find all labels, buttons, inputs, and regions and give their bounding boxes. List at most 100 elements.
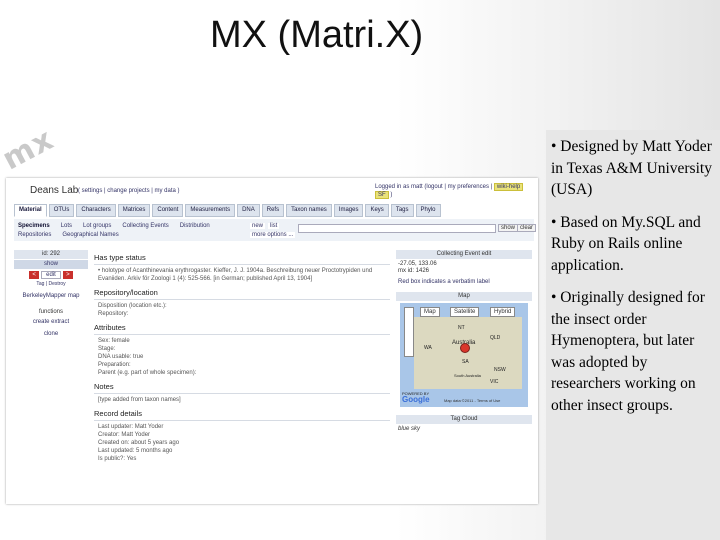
map-heading: Map [396, 292, 532, 301]
collecting-event-body: -27.05, 133.06 mx id: 1426 Red box indic… [396, 259, 532, 288]
clear-button[interactable]: clear [517, 224, 537, 232]
dna-field: DNA usable: true [98, 354, 144, 360]
subnav-lots[interactable]: Lots [61, 222, 72, 231]
edit-link[interactable]: edit [41, 271, 61, 279]
disposition-field: Disposition (location etc.): [98, 303, 167, 309]
clone-link[interactable]: clone [14, 331, 88, 337]
subnav-specimens[interactable]: Specimens [18, 222, 50, 231]
map-terms[interactable]: Map data ©2011 - Terms of Use [444, 398, 500, 403]
prev-arrow-icon[interactable]: < [29, 271, 40, 279]
parent-field: Parent (e.g. part of whole specimen): [98, 370, 197, 376]
bullet-item: • Originally designed for the insect ord… [551, 289, 705, 414]
tab-refs[interactable]: Refs [261, 204, 285, 217]
satellite-view-button[interactable]: Satellite [450, 307, 480, 317]
tab-keys[interactable]: Keys [365, 204, 389, 217]
search-input[interactable] [298, 224, 496, 233]
next-arrow-icon[interactable]: > [62, 271, 73, 279]
creator-field: Creator: Matt Yoder [98, 432, 151, 438]
verbatim-label-note: Red box indicates a verbatim label [398, 279, 490, 285]
subnav-geographical-names[interactable]: Geographical Names [62, 231, 118, 240]
record-details-body: Last updater: Matt Yoder Creator: Matt Y… [94, 421, 390, 465]
google-logo: Google [402, 395, 430, 404]
stage-field: Stage: [98, 346, 116, 352]
destroy-link[interactable]: Destroy [48, 281, 65, 287]
tab-measurements[interactable]: Measurements [185, 204, 236, 217]
type-status-heading: Has type status [94, 253, 390, 265]
record-nav: < edit > [14, 271, 88, 279]
tag-link[interactable]: Tag [36, 281, 44, 287]
tag-destroy-row: Tag | Destroy [36, 281, 66, 287]
map-label: NT [458, 325, 465, 331]
coordinates: -27.05, 133.06 [398, 261, 437, 267]
tab-dna[interactable]: DNA [237, 204, 260, 217]
last-updater-field: Last updater: Matt Yoder [98, 424, 164, 430]
created-on-field: Created on: about 5 years ago [98, 440, 180, 446]
left-column: id: 292 show < edit > Tag | Destroy Berk… [14, 250, 88, 337]
tag-cloud-item[interactable]: blue sky [396, 424, 532, 435]
sf-badge[interactable]: SF [375, 191, 389, 199]
main-tabs: Material OTUs Characters Matrices Conten… [14, 204, 443, 217]
create-extract-link[interactable]: create extract [14, 319, 88, 325]
wiki-help-badge[interactable]: wiki-help [493, 183, 524, 191]
user-links-text[interactable]: Logged in as matt (logout | my preferenc… [375, 184, 492, 190]
repository-heading: Repository/location [94, 288, 390, 300]
map-label: SA [462, 359, 469, 365]
more-options-link[interactable]: more options ... [250, 232, 296, 238]
tab-phylo[interactable]: Phylo [415, 204, 441, 217]
new-link[interactable]: new [250, 223, 266, 229]
tab-tags[interactable]: Tags [390, 204, 414, 217]
tab-characters[interactable]: Characters [76, 204, 116, 217]
tab-taxon-names[interactable]: Taxon names [286, 204, 332, 217]
lab-title: Deans Lab [30, 185, 79, 196]
preparation-field: Preparation: [98, 362, 131, 368]
show-link[interactable]: show [14, 260, 88, 269]
map-pin-icon[interactable] [460, 343, 470, 353]
tab-images[interactable]: Images [333, 204, 364, 217]
tab-material[interactable]: Material [14, 204, 47, 217]
map-label: South Australia [454, 373, 481, 378]
app-header: Deans Lab ( settings | change projects |… [6, 178, 538, 200]
tab-content[interactable]: Content [152, 204, 184, 217]
bullet-item: • Based on My.SQL and Ruby on Rails onli… [551, 213, 701, 274]
right-column: Collecting Event edit -27.05, 133.06 mx … [396, 250, 532, 435]
record-id: id: 292 [14, 250, 88, 259]
subnav-distribution[interactable]: Distribution [180, 222, 210, 231]
map-label: WA [424, 345, 432, 351]
show-button[interactable]: show [498, 224, 519, 232]
tag-cloud-heading: Tag Cloud [396, 415, 532, 424]
subnav-collecting-events[interactable]: Collecting Events [122, 222, 168, 231]
mx-logo: mx [0, 121, 60, 178]
subnav-repositories[interactable]: Repositories [18, 231, 51, 240]
repository-body: Disposition (location etc.): Repository: [94, 300, 390, 320]
left-links: BerkeleyMapper map functions create extr… [14, 293, 88, 337]
list-link[interactable]: list [268, 223, 280, 229]
notes-text: [type added from taxon names] [98, 397, 181, 403]
sex-field: Sex: female [98, 338, 130, 344]
record-details-heading: Record details [94, 409, 390, 421]
functions-label: functions [38, 309, 63, 315]
attributes-heading: Attributes [94, 323, 390, 335]
subnav-lot-groups[interactable]: Lot groups [83, 222, 111, 231]
bullet-list: • Designed by Matt Yoder in Texas A&M Un… [551, 136, 719, 427]
notes-heading: Notes [94, 382, 390, 394]
record-details: Has type status • holotype of Acanthinev… [94, 250, 390, 465]
map-view-button[interactable]: Map [420, 307, 440, 317]
app-screenshot: Deans Lab ( settings | change projects |… [6, 178, 538, 504]
holotype-text: • holotype of Acanthinevania erythrogast… [98, 268, 373, 282]
google-map[interactable]: Map Satellite Hybrid NT QLD WA Australia… [400, 303, 528, 407]
map-label: QLD [490, 335, 501, 341]
collecting-event-heading[interactable]: Collecting Event edit [396, 250, 532, 259]
subnav-items: Specimens Lots Lot groups Collecting Eve… [18, 222, 248, 240]
zoom-control[interactable] [404, 307, 414, 357]
lab-links[interactable]: ( settings | change projects | my data ) [78, 188, 180, 194]
hybrid-view-button[interactable]: Hybrid [490, 307, 516, 317]
tab-otus[interactable]: OTUs [48, 204, 75, 217]
berkeley-mapper-link[interactable]: BerkeleyMapper map [14, 293, 88, 299]
map-label: VIC [490, 379, 499, 385]
attributes-body: Sex: female Stage: DNA usable: true Prep… [94, 335, 390, 379]
user-links[interactable]: Logged in as matt (logout | my preferenc… [375, 183, 538, 199]
slide-title: MX (Matri.X) [210, 14, 424, 56]
tab-matrices[interactable]: Matrices [117, 204, 151, 217]
map-label: NSW [494, 367, 506, 373]
is-public-field: Is public?: Yes [98, 456, 137, 462]
